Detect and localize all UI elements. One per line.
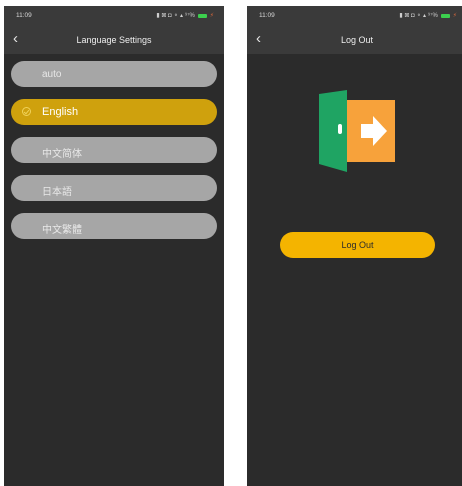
check-circle-icon xyxy=(22,107,31,116)
language-label: auto xyxy=(42,69,62,80)
language-option-simplified-chinese[interactable]: 中文简体 xyxy=(11,137,217,163)
language-label: 中文繁體 xyxy=(42,225,82,236)
status-bar: 11:09 ▮ ⊠ ◘ ⚬ ▴ ⁹⁷% ⚡ xyxy=(247,6,462,26)
language-label: English xyxy=(42,106,79,118)
language-label: 中文简体 xyxy=(42,149,82,160)
language-option-english[interactable]: English xyxy=(11,99,217,125)
nav-bar: ‹ Language Settings xyxy=(4,26,224,54)
language-settings-screen: 11:09 ▮ ⊠ ◘ ⚬ ▴ ⁹⁷% ⚡ ‹ Language Setting… xyxy=(4,6,224,486)
battery-icon xyxy=(440,13,450,18)
status-time: 11:09 xyxy=(259,12,275,19)
page-title: Log Out xyxy=(340,35,374,45)
log-out-button[interactable]: Log Out xyxy=(280,232,435,258)
language-option-auto[interactable]: auto xyxy=(11,61,217,87)
status-icons: ▮ ⊠ ◘ ⚬ ▴ ⁹⁷% ⚡ xyxy=(399,12,457,19)
status-icons: ▮ ⊠ ◘ ⚬ ▴ ⁹⁷% ⚡ xyxy=(156,12,214,19)
charging-icon: ⚡ xyxy=(452,13,457,19)
status-indicators: ▮ ⊠ ◘ ⚬ ▴ ⁹⁷% xyxy=(399,13,438,19)
logout-door-icon xyxy=(319,90,395,172)
status-bar: 11:09 ▮ ⊠ ◘ ⚬ ▴ ⁹⁷% ⚡ xyxy=(4,6,224,26)
language-list: auto English 中文简体 日本語 中文繁體 xyxy=(11,61,217,251)
language-option-traditional-chinese[interactable]: 中文繁體 xyxy=(11,213,217,239)
language-label: 日本語 xyxy=(42,187,72,198)
status-indicators: ▮ ⊠ ◘ ⚬ ▴ ⁹⁷% xyxy=(156,13,195,19)
language-option-japanese[interactable]: 日本語 xyxy=(11,175,217,201)
nav-bar: ‹ Log Out xyxy=(247,26,462,54)
logout-screen: 11:09 ▮ ⊠ ◘ ⚬ ▴ ⁹⁷% ⚡ ‹ Log Out Log Out xyxy=(247,6,462,486)
status-time: 11:09 xyxy=(16,12,32,19)
charging-icon: ⚡ xyxy=(209,13,214,19)
page-title: Language Settings xyxy=(76,35,152,45)
battery-icon xyxy=(197,13,207,18)
